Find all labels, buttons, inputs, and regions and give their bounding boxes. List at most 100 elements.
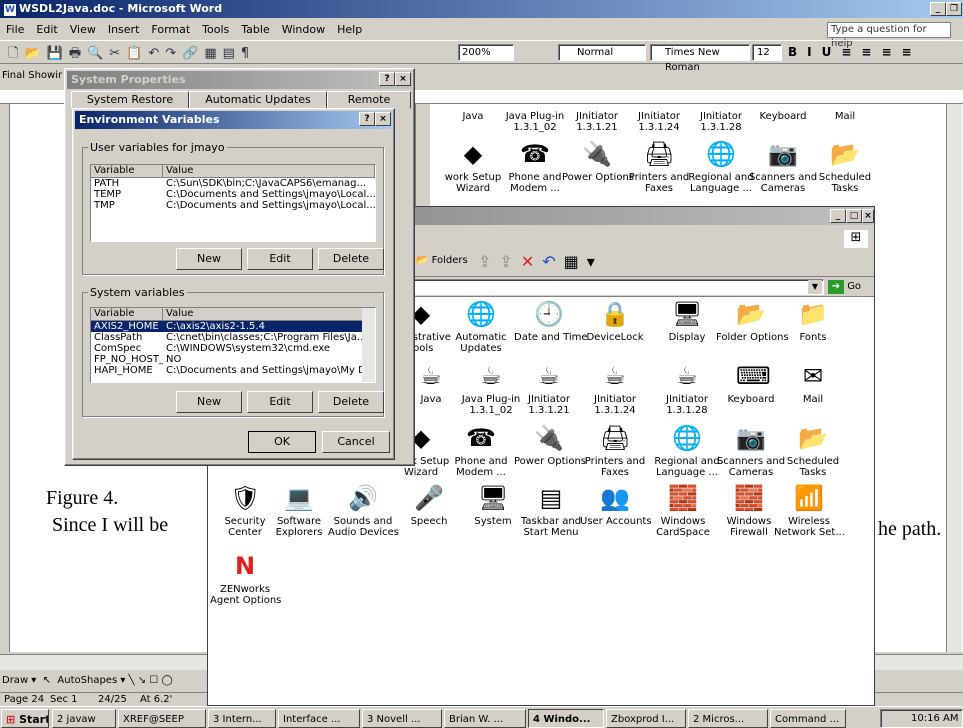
cp-icon-scheduled[interactable]: 📂 Scheduled Tasks (810, 139, 880, 194)
cp-icon-scanners[interactable]: 📷 Scanners and Cameras (716, 423, 786, 478)
cp-icon-printers[interactable]: 🖨 Printers and Faxes (580, 423, 650, 478)
system-vars-list[interactable]: Variable Value AXIS2_HOME C:\axis2\axis2-1… (90, 307, 376, 383)
cp-back-icon[interactable]: JInitiator 1.3.1.24 (624, 111, 694, 133)
cp-icon-jinitiator[interactable]: ☕ JInitiator 1.3.1.24 (580, 361, 650, 416)
system-vars-scrollbar[interactable] (362, 308, 375, 382)
menu-format[interactable]: Format (151, 23, 190, 36)
cp-back-icon[interactable]: Keyboard (748, 111, 818, 122)
variable-row[interactable]: ComSpec C:\WINDOWS\system32\cmd.exe (91, 343, 375, 354)
folders-button[interactable]: 📂 Folders (416, 255, 468, 266)
cp-close-button[interactable]: × (862, 209, 874, 223)
vertical-scrollbar[interactable] (946, 104, 962, 652)
user-edit-button[interactable]: Edit (247, 248, 313, 270)
cp-icon-software[interactable]: 💻 Software Explorers (264, 483, 334, 538)
tab-system-restore[interactable]: System Restore (71, 91, 189, 109)
zoom-select[interactable]: 200% (458, 44, 514, 61)
style-select[interactable]: Normal (558, 44, 646, 61)
variable-row[interactable]: FP_NO_HOST_C...NO (91, 354, 375, 365)
cp-icon-phone[interactable]: ☎ Phone and Modem ... (446, 423, 516, 478)
col-value[interactable]: Value (163, 308, 375, 320)
col-variable[interactable]: Variable (91, 308, 163, 320)
taskbar-item[interactable]: 2 javaw (52, 709, 116, 728)
autoshapes-menu[interactable]: AutoShapes (57, 675, 117, 686)
draw-menu[interactable]: Draw (2, 675, 28, 686)
cp-icon-keyboard[interactable]: ⌨ Keyboard (716, 361, 786, 405)
tab-automatic-updates[interactable]: Automatic Updates (189, 91, 327, 109)
menu-view[interactable]: View (70, 23, 96, 36)
user-new-button[interactable]: New (176, 248, 242, 270)
cp-icon-taskbar[interactable]: ▤ Taskbar and Start Menu (516, 483, 586, 538)
cp-nav-icons[interactable]: ⇪⇪✕↶▦▾ (478, 252, 603, 271)
sysprops-help-button[interactable]: ? (379, 72, 395, 86)
taskbar-item[interactable]: 3 Novell ... (362, 709, 442, 728)
variable-row[interactable]: AXIS2_HOME C:\axis2\axis2-1.5.4 (91, 321, 375, 332)
cp-icon-date[interactable]: 🕘 Date and Time (514, 299, 588, 343)
menu-edit[interactable]: Edit (36, 23, 57, 36)
cp-icon-display[interactable]: 🖥 Display (652, 299, 722, 343)
taskbar-item[interactable]: Command ... (770, 709, 846, 728)
variable-row[interactable]: TEMP C:\Documents and Settings\jmayo\Loca… (91, 189, 375, 200)
review-display-select[interactable]: Final Showir (2, 70, 62, 81)
variable-row[interactable]: PATH C:\Sun\SDK\bin;C:\JavaCAPS6\emanag..… (91, 178, 375, 189)
taskbar-item[interactable]: Zboxprod I... (606, 709, 686, 728)
taskbar-item[interactable]: XREF@SEEP (118, 709, 206, 728)
address-dropdown[interactable]: ▼ (808, 280, 822, 294)
cp-back-icon[interactable]: JInitiator 1.3.1.21 (562, 111, 632, 133)
variable-row[interactable]: HAPI_HOME C:\Documents and Settings\jmayo… (91, 365, 375, 376)
cp-icon-windows[interactable]: 🧱 Windows CardSpace (648, 483, 718, 538)
format-buttons[interactable]: BIU≡≡≡≡ (788, 45, 922, 59)
cp-icon-automatic[interactable]: 🌐 Automatic Updates (446, 299, 516, 354)
cp-back-icon[interactable]: Java Plug-in 1.3.1_02 (500, 111, 570, 133)
variable-row[interactable]: TMP C:\Documents and Settings\jmayo\Local… (91, 200, 375, 211)
system-edit-button[interactable]: Edit (247, 391, 313, 413)
cp-icon-printers[interactable]: 🖨 Printers and Faxes (624, 139, 694, 194)
variable-row[interactable]: ClassPath C:\cnet\bin\classes;C:\Program … (91, 332, 375, 343)
cp-minimize-button[interactable]: _ (830, 209, 846, 223)
cp-icon-zenworks[interactable]: N ZENworks Agent Options (210, 551, 281, 606)
col-value[interactable]: Value (163, 165, 375, 177)
cp-icon-power[interactable]: 🔌 Power Options (562, 139, 634, 183)
cp-icon-regional[interactable]: 🌐 Regional and Language ... (652, 423, 722, 478)
cp-icon-user[interactable]: 👥 User Accounts (580, 483, 652, 527)
cp-back-icon[interactable]: Java (438, 111, 508, 122)
col-variable[interactable]: Variable (91, 165, 163, 177)
ok-button[interactable]: OK (248, 431, 316, 453)
toolbar-icons[interactable]: 🗋📂💾🖶🔍✂📋↶↷🔗▦▤¶ (8, 44, 255, 66)
cp-icon-power[interactable]: 🔌 Power Options (514, 423, 586, 467)
taskbar-item[interactable]: 3 Intern... (208, 709, 276, 728)
cp-back-icon[interactable]: Mail (810, 111, 880, 122)
start-button[interactable]: ⊞ Start (1, 709, 49, 728)
minimize-button[interactable]: _ (930, 2, 946, 16)
cp-icon-scheduled[interactable]: 📂 Scheduled Tasks (778, 423, 848, 478)
menu-window[interactable]: Window (282, 23, 325, 36)
cp-maximize-button[interactable]: □ (846, 209, 862, 223)
cp-icon-folder[interactable]: 📂 Folder Options (716, 299, 789, 343)
go-button[interactable]: ➔ Go (828, 279, 861, 295)
font-select[interactable]: Times New Roman (650, 44, 750, 73)
cp-icon-devicelock[interactable]: 🔒 DeviceLock (580, 299, 650, 343)
menu-table[interactable]: Table (241, 23, 269, 36)
system-delete-button[interactable]: Delete (318, 391, 384, 413)
menu-file[interactable]: File (6, 23, 24, 36)
taskbar-item[interactable]: Interface ... (278, 709, 360, 728)
font-size-select[interactable]: 12 (752, 44, 782, 61)
taskbar-item[interactable]: Brian W. ... (444, 709, 526, 728)
taskbar-item[interactable]: 2 Micros... (688, 709, 768, 728)
user-vars-list[interactable]: Variable Value PATH C:\Sun\SDK\bin;C:\Java… (90, 164, 376, 242)
env-close-button[interactable]: × (375, 112, 391, 126)
cp-icon-scanners[interactable]: 📷 Scanners and Cameras (748, 139, 818, 194)
cp-icon-work[interactable]: ◆ work Setup Wizard (438, 139, 508, 194)
menu-insert[interactable]: Insert (108, 23, 140, 36)
menu-tools[interactable]: Tools (202, 23, 229, 36)
user-delete-button[interactable]: Delete (318, 248, 384, 270)
cp-icon-jinitiator[interactable]: ☕ JInitiator 1.3.1.21 (514, 361, 584, 416)
tab-remote[interactable]: Remote (327, 91, 411, 109)
system-new-button[interactable]: New (176, 391, 242, 413)
sysprops-close-button[interactable]: × (395, 72, 411, 86)
cp-icon-wireless[interactable]: 📶 Wireless Network Set... (774, 483, 845, 538)
cp-icon-phone[interactable]: ☎ Phone and Modem ... (500, 139, 570, 194)
cancel-button[interactable]: Cancel (322, 431, 390, 453)
restore-button[interactable]: ❐ (946, 2, 962, 16)
cp-back-icon[interactable]: JInitiator 1.3.1.28 (686, 111, 756, 133)
env-help-button[interactable]: ? (359, 112, 375, 126)
